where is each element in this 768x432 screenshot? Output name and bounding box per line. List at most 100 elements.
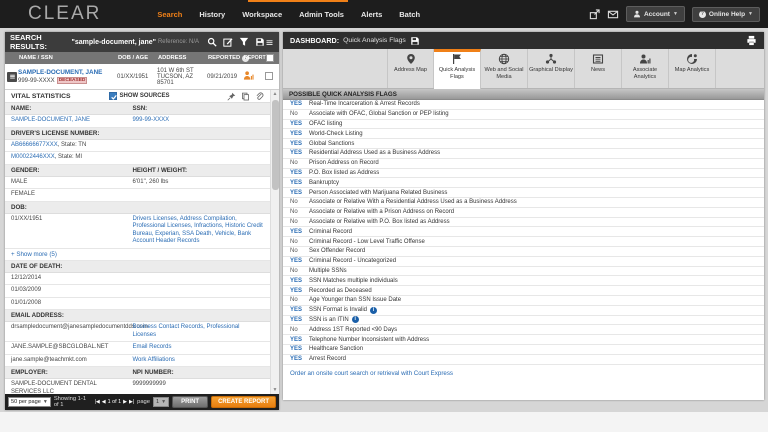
scroll-up-icon[interactable]: ▲ bbox=[273, 90, 278, 98]
col-dob-age[interactable]: DOB / AGE bbox=[117, 55, 157, 61]
detail-value: 12/12/2014 bbox=[11, 275, 41, 281]
tab-quick-analysis-flags[interactable]: Quick Analysis Flags bbox=[434, 49, 481, 89]
flag-value[interactable]: YES bbox=[283, 278, 309, 284]
flag-value[interactable]: YES bbox=[283, 141, 309, 147]
show-sources-checkbox[interactable] bbox=[109, 92, 117, 100]
flag-value[interactable]: YES bbox=[283, 150, 309, 156]
flag-value[interactable]: YES bbox=[283, 170, 309, 176]
court-express-link[interactable]: Order an onsite court search or retrieva… bbox=[283, 365, 764, 377]
result-name-link[interactable]: SAMPLE-DOCUMENT, JANE bbox=[18, 69, 117, 76]
flag-row: NoAssociate or Relative with P.O. Box li… bbox=[283, 218, 764, 228]
search-query: "sample-document, jane" bbox=[72, 39, 156, 46]
flag-value[interactable]: YES bbox=[283, 121, 309, 127]
flag-value[interactable]: YES bbox=[283, 317, 309, 323]
save-icon[interactable] bbox=[255, 37, 265, 47]
flag-value[interactable]: YES bbox=[283, 346, 309, 352]
nav-admin-tools[interactable]: Admin Tools bbox=[299, 10, 344, 19]
pushpin-icon[interactable] bbox=[227, 92, 236, 101]
detail-row: 01/01/2008 bbox=[5, 298, 270, 311]
result-checkbox[interactable] bbox=[265, 72, 273, 80]
per-page-select[interactable]: 50 per page▼ bbox=[8, 397, 51, 407]
paperclip-icon[interactable] bbox=[255, 92, 264, 101]
col-reported[interactable]: REPORTED bbox=[208, 55, 240, 61]
tab-associate-analytics[interactable]: Associate Analytics bbox=[622, 49, 669, 88]
tab-address-map[interactable]: Address Map bbox=[387, 49, 434, 88]
info-icon[interactable]: i bbox=[370, 307, 377, 314]
tab-news[interactable]: News bbox=[575, 49, 622, 88]
nav-workspace[interactable]: Workspace bbox=[242, 10, 282, 19]
copy-document-icon[interactable] bbox=[241, 92, 250, 101]
row-handle-icon[interactable] bbox=[7, 72, 17, 82]
flag-value[interactable]: YES bbox=[283, 258, 309, 264]
detail-link[interactable]: M00022446XXX bbox=[11, 154, 55, 160]
first-page-button[interactable]: |◀ bbox=[95, 399, 100, 405]
top-navigation-bar: CLEAR SearchHistoryWorkspaceAdmin ToolsA… bbox=[0, 0, 768, 28]
detail-link[interactable]: Drivers Licenses, Address Compilation, P… bbox=[132, 216, 262, 245]
flag-row: YESBankruptcy bbox=[283, 178, 764, 188]
flag-value[interactable]: YES bbox=[283, 190, 309, 196]
flag-icon bbox=[451, 53, 463, 65]
result-address-line2: TUCSON, AZ 85701 bbox=[157, 74, 207, 86]
detail-link[interactable]: Email Records bbox=[132, 344, 171, 350]
detail-link[interactable]: AB66666677XXX bbox=[11, 142, 58, 148]
nav-history[interactable]: History bbox=[199, 10, 225, 19]
mail-icon[interactable] bbox=[607, 9, 619, 20]
globe-icon bbox=[498, 53, 510, 65]
result-row[interactable]: SAMPLE-DOCUMENT, JANE 999-99-XXXX DECEAS… bbox=[5, 64, 279, 90]
create-report-button[interactable]: CREATE REPORT bbox=[211, 396, 276, 408]
tab-graphical-display[interactable]: Graphical Display bbox=[528, 49, 575, 88]
flag-value[interactable]: YES bbox=[283, 180, 309, 186]
filter-icon[interactable] bbox=[239, 37, 249, 47]
col-name-ssn[interactable]: NAME / SSN bbox=[18, 55, 117, 61]
tab-map-analytics[interactable]: Map Analytics bbox=[669, 49, 716, 88]
tab-web-and-social-media[interactable]: Web and Social Media bbox=[481, 49, 528, 88]
online-help-button[interactable]: ? Online Help ▼ bbox=[692, 7, 760, 22]
detail-link[interactable]: Business Contact Records, Professional L… bbox=[132, 324, 239, 338]
print-button[interactable]: PRINT bbox=[172, 396, 208, 408]
nav-search[interactable]: Search bbox=[157, 10, 182, 19]
flag-label: Bankruptcy bbox=[309, 180, 339, 186]
results-scrollbar[interactable]: ▲ ▼ bbox=[270, 90, 279, 394]
info-icon[interactable]: i bbox=[352, 316, 359, 323]
flag-row: NoMultiple SSNs bbox=[283, 267, 764, 277]
showing-count: Showing 1-1 of 1 bbox=[54, 396, 92, 408]
prev-page-button[interactable]: ◀ bbox=[102, 399, 106, 405]
flag-value[interactable]: YES bbox=[283, 307, 309, 313]
quick-analysis-report-icon[interactable] bbox=[243, 70, 254, 81]
select-all-checkbox[interactable] bbox=[266, 54, 274, 62]
flag-value[interactable]: YES bbox=[283, 337, 309, 343]
next-page-button[interactable]: ▶ bbox=[123, 399, 127, 405]
last-page-button[interactable]: ▶| bbox=[129, 399, 134, 405]
field-label-row: DRIVER'S LICENSE NUMBER: bbox=[5, 128, 270, 140]
search-icon[interactable] bbox=[207, 37, 217, 47]
col-address[interactable]: ADDRESS bbox=[157, 55, 207, 61]
flag-row: YESTelephone Number Inconsistent with Ad… bbox=[283, 335, 764, 345]
detail-value: , State: TN bbox=[58, 142, 87, 148]
page-select[interactable]: 1▼ bbox=[153, 397, 169, 407]
show-sources-toggle[interactable]: SHOW SOURCES bbox=[109, 92, 170, 100]
tab-label: Associate Analytics bbox=[622, 67, 668, 80]
edit-search-icon[interactable] bbox=[223, 37, 233, 47]
print-dashboard-icon[interactable] bbox=[746, 35, 757, 46]
detail-link[interactable]: Work Affiliations bbox=[132, 357, 174, 363]
detail-value: GENDER: bbox=[11, 167, 40, 174]
account-button[interactable]: Account ▼ bbox=[626, 6, 685, 22]
nav-alerts[interactable]: Alerts bbox=[361, 10, 382, 19]
flag-value[interactable]: YES bbox=[283, 229, 309, 235]
detail-link[interactable]: 999-99-XXXX bbox=[132, 117, 169, 123]
detail-link[interactable]: SAMPLE-DOCUMENT, JANE bbox=[11, 117, 90, 123]
export-icon[interactable] bbox=[589, 9, 600, 20]
flag-value[interactable]: YES bbox=[283, 131, 309, 137]
detail-value: 01/01/2008 bbox=[11, 300, 41, 306]
scrollbar-thumb[interactable] bbox=[272, 100, 279, 190]
flag-value[interactable]: YES bbox=[283, 356, 309, 362]
flag-value[interactable]: YES bbox=[283, 288, 309, 294]
panel-menu-icon[interactable] bbox=[265, 38, 274, 47]
flag-value[interactable]: YES bbox=[283, 101, 309, 107]
nav-batch[interactable]: Batch bbox=[399, 10, 420, 19]
result-ssn: 999-99-XXXX bbox=[18, 78, 55, 84]
scroll-down-icon[interactable]: ▼ bbox=[273, 386, 278, 394]
chevron-down-icon: ▼ bbox=[673, 11, 678, 17]
save-dashboard-icon[interactable] bbox=[410, 36, 420, 46]
show-more-link[interactable]: + Show more (5) bbox=[5, 249, 270, 261]
